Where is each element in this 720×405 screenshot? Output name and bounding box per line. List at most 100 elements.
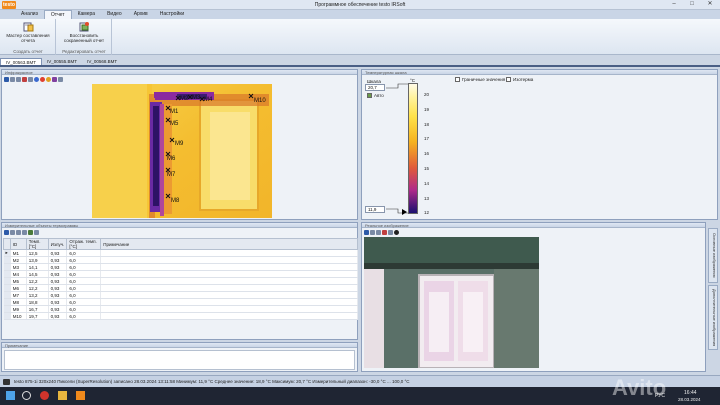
row-selector[interactable]	[3, 312, 11, 320]
side-tab-main-images[interactable]: Основные изображения	[708, 228, 718, 283]
table-row[interactable]: M3 14,1 0,93 6,0	[3, 263, 358, 271]
row-selector-icon[interactable]: ▸	[3, 249, 11, 257]
browser-icon[interactable]	[40, 391, 49, 400]
cell-temp: 16,7	[26, 305, 49, 313]
limits-checkbox-row[interactable]: Граничные значения	[455, 77, 505, 82]
notes-textarea[interactable]	[4, 350, 355, 370]
clock-date[interactable]: 28.03.2024	[678, 397, 701, 402]
menu-settings[interactable]: Настройки	[154, 10, 191, 19]
fit-photo-icon[interactable]	[376, 229, 381, 235]
row-selector[interactable]	[3, 256, 11, 264]
col-emissivity[interactable]: Излуч.	[47, 238, 68, 250]
cell-note[interactable]	[100, 284, 358, 292]
add-icon[interactable]	[10, 229, 15, 235]
row-selector[interactable]	[3, 263, 11, 271]
report-wizard-button[interactable]: Мастер составления отчета	[0, 21, 56, 45]
menu-camera[interactable]: Камера	[72, 10, 101, 19]
scale-pointer[interactable]	[402, 209, 407, 215]
cold-spot-icon[interactable]	[34, 76, 39, 82]
col-reflected[interactable]: Отраж. темп. [°C]	[66, 238, 102, 250]
zoom-icon[interactable]	[10, 76, 15, 82]
row-selector[interactable]	[3, 298, 11, 306]
thermal-image[interactable]: M1 M2 M3 M4 M5 M6 M7 M8 M9 M10	[92, 84, 272, 218]
cell-note[interactable]	[100, 298, 358, 306]
irsoft-taskbar-icon[interactable]	[76, 391, 85, 400]
camera-icon[interactable]	[382, 229, 387, 235]
row-selector[interactable]	[3, 277, 11, 285]
close-button[interactable]: ✕	[704, 1, 716, 8]
minimize-button[interactable]: –	[668, 1, 680, 8]
start-icon[interactable]	[6, 391, 15, 400]
row-selector[interactable]	[3, 270, 11, 278]
col-temp[interactable]: Темп. [°C]	[25, 238, 49, 250]
table-row[interactable]: M9 16,7 0,93 6,0	[3, 305, 358, 313]
table-row[interactable]: M2 13,9 0,93 6,0	[3, 256, 358, 264]
cell-note[interactable]	[100, 249, 358, 257]
real-photo[interactable]	[364, 237, 539, 368]
cell-note[interactable]	[100, 263, 358, 271]
color-icon[interactable]	[46, 76, 51, 82]
zoom-photo-icon[interactable]	[370, 229, 375, 235]
delete-icon[interactable]	[16, 229, 21, 235]
table-row[interactable]: M4 14,5 0,93 6,0	[3, 270, 358, 278]
crosshair-icon[interactable]	[28, 76, 33, 82]
overlay-icon[interactable]	[388, 229, 393, 235]
menu-video[interactable]: Видео	[101, 10, 128, 19]
cell-temp: 13,2	[26, 291, 49, 299]
table-row[interactable]: M8 18,8 0,93 6,0	[3, 298, 358, 306]
save-photo-icon[interactable]	[364, 229, 369, 235]
measure-toolbar	[2, 228, 357, 236]
color-scale-bar[interactable]	[408, 83, 418, 214]
auto-checkbox-row[interactable]: Авто	[367, 93, 384, 98]
explorer-icon[interactable]	[58, 391, 67, 400]
cell-reflected: 6,0	[66, 256, 102, 264]
table-row[interactable]: ▸ M1 12,5 0,93 6,0	[3, 249, 358, 257]
export-icon[interactable]	[28, 229, 33, 235]
menu-analysis[interactable]: Анализ	[15, 10, 44, 19]
language-indicator[interactable]: РУС	[655, 393, 665, 399]
search-icon[interactable]	[22, 391, 31, 400]
table-row[interactable]: M5 12,2 0,93 6,0	[3, 277, 358, 285]
edit-icon[interactable]	[22, 229, 27, 235]
row-selector[interactable]	[3, 291, 11, 299]
cell-note[interactable]	[100, 270, 358, 278]
clock-time[interactable]: 16:44	[684, 390, 697, 396]
scale-min-input[interactable]: 11,9	[365, 206, 385, 213]
limits-checkbox[interactable]	[455, 77, 460, 82]
cell-note[interactable]	[100, 291, 358, 299]
settings-icon[interactable]	[34, 229, 39, 235]
row-selector[interactable]	[3, 305, 11, 313]
cell-note[interactable]	[100, 305, 358, 313]
cell-reflected: 6,0	[66, 298, 102, 306]
restore-report-button[interactable]: Восстановить сохраненный отчет	[56, 21, 112, 45]
cell-note[interactable]	[100, 277, 358, 285]
table-row[interactable]: M7 13,2 0,93 6,0	[3, 291, 358, 299]
hot-spot-icon[interactable]	[40, 76, 45, 82]
cell-note[interactable]	[100, 312, 358, 320]
col-note[interactable]: Примечание	[100, 238, 358, 250]
cell-note[interactable]	[100, 256, 358, 264]
cell-reflected: 6,0	[66, 284, 102, 292]
save-icon[interactable]	[4, 76, 9, 82]
grid-icon[interactable]	[58, 76, 63, 82]
menu-report[interactable]: Отчет	[43, 10, 72, 19]
scale-max-input[interactable]: 20,7	[365, 84, 385, 91]
blend-icon[interactable]	[394, 229, 399, 235]
palette-icon[interactable]	[22, 76, 27, 82]
measure-table: ID Темп. [°C] Излуч. Отраж. темп. [°C] П…	[3, 238, 358, 320]
col-id[interactable]: ID	[9, 238, 27, 250]
save-table-icon[interactable]	[4, 229, 9, 235]
scale-tick: 17	[424, 136, 430, 142]
ribbon: Мастер составления отчета Создать отчет …	[0, 19, 720, 55]
row-selector[interactable]	[3, 284, 11, 292]
auto-checkbox[interactable]	[367, 93, 372, 98]
maximize-button[interactable]: □	[686, 1, 698, 8]
table-row[interactable]: M6 12,2 0,93 6,0	[3, 284, 358, 292]
menu-archive[interactable]: Архив	[128, 10, 154, 19]
side-tab-extra-images[interactable]: Дополнительные изображения	[708, 285, 718, 350]
measure-icon[interactable]	[16, 76, 21, 82]
isotherm-checkbox[interactable]	[506, 77, 511, 82]
area-icon[interactable]	[52, 76, 57, 82]
table-row[interactable]: M10 19,7 0,93 6,0	[3, 312, 358, 320]
isotherm-checkbox-row[interactable]: Изотерма	[506, 77, 533, 82]
